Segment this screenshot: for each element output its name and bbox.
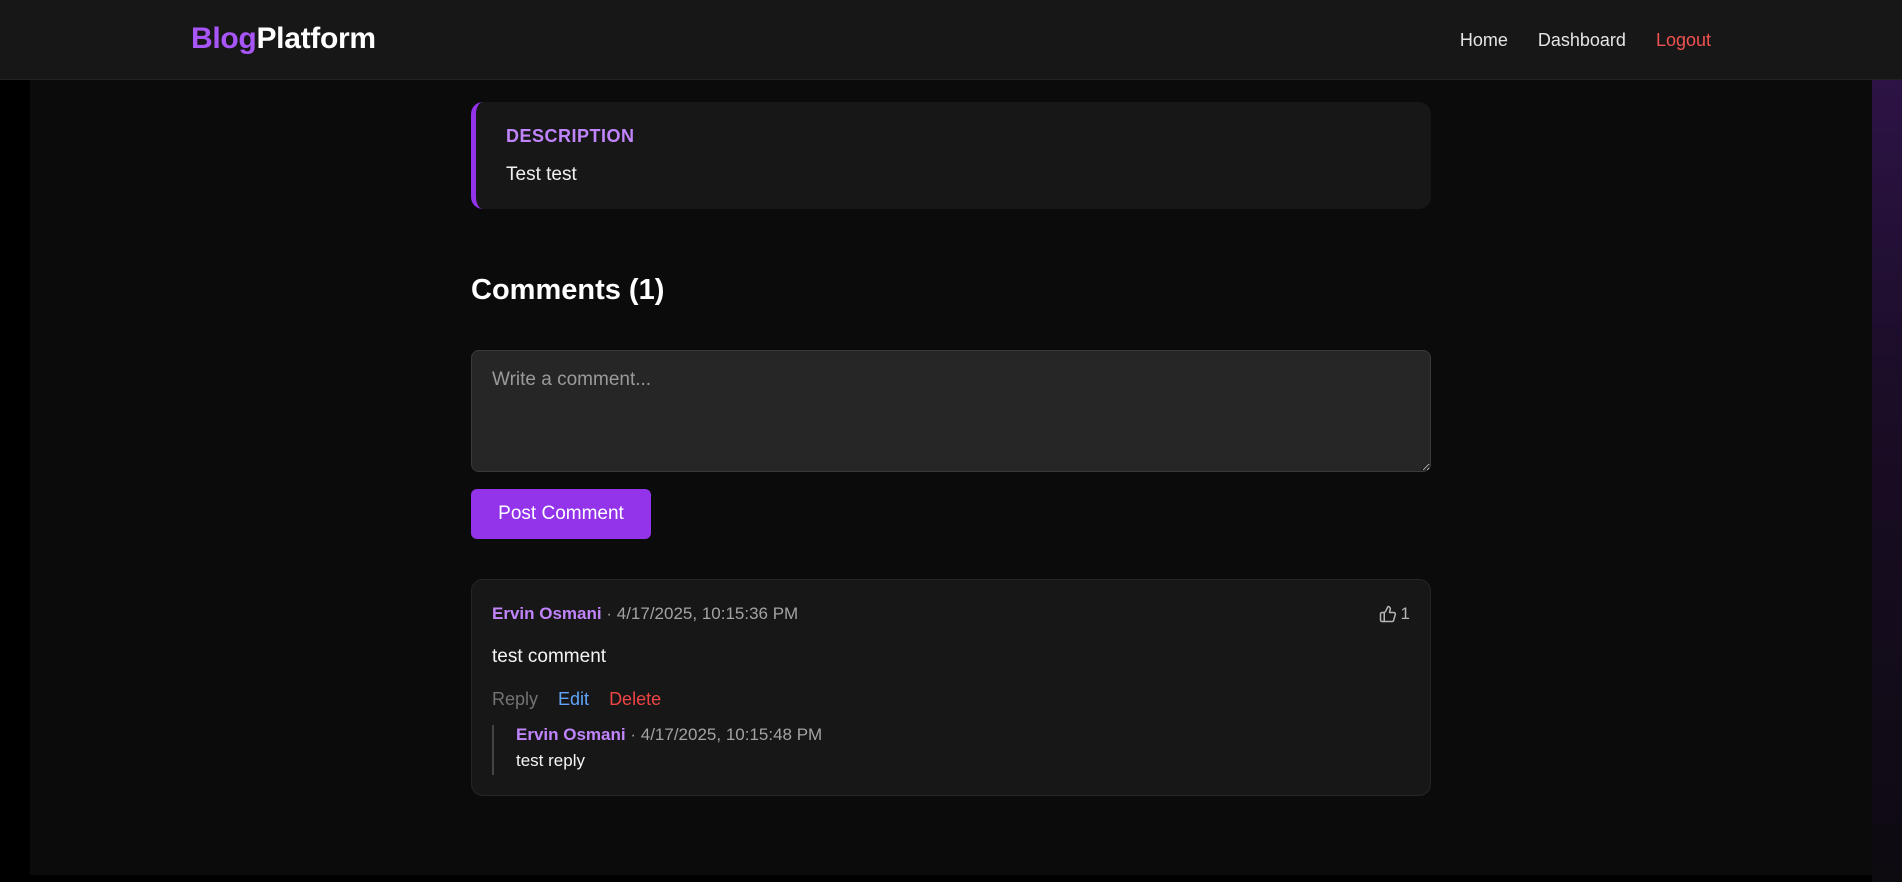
page: BlogPlatform Home Dashboard Logout DESCR… [0, 0, 1902, 882]
nav-logout-link[interactable]: Logout [1656, 30, 1711, 51]
brand-platform: Platform [256, 22, 376, 55]
like-count: 1 [1400, 604, 1410, 623]
nav-home-link[interactable]: Home [1460, 30, 1508, 51]
reply-meta-separator: · [630, 725, 637, 744]
description-text: Test test [506, 164, 577, 185]
reply-button[interactable]: Reply [492, 689, 538, 710]
reply-item: Ervin Osmani · 4/17/2025, 10:15:48 PM te… [492, 725, 1392, 775]
reply-timestamp: 4/17/2025, 10:15:48 PM [640, 725, 823, 744]
post-comment-button[interactable]: Post Comment [471, 489, 651, 539]
thumbs-up-icon [1379, 605, 1396, 623]
comment-card: Ervin Osmani · 4/17/2025, 10:15:36 PM 1 … [471, 579, 1431, 796]
comment-actions: Reply Edit Delete [492, 689, 661, 710]
comment-body: test comment [492, 646, 607, 667]
reply-body: test reply [516, 751, 585, 770]
description-card: DESCRIPTION Test test [471, 102, 1431, 209]
comments-heading: Comments (1) [471, 274, 665, 306]
edit-button[interactable]: Edit [558, 689, 589, 710]
like-button[interactable]: 1 [1379, 604, 1410, 624]
comment-input[interactable] [471, 350, 1431, 472]
nav-dashboard-link[interactable]: Dashboard [1538, 30, 1626, 51]
comment-author[interactable]: Ervin Osmani [492, 604, 602, 623]
nav-links: Home Dashboard Logout [1460, 30, 1711, 51]
comment-timestamp: 4/17/2025, 10:15:36 PM [616, 604, 799, 623]
brand-logo[interactable]: BlogPlatform [191, 22, 376, 56]
brand-blog: Blog [191, 22, 257, 55]
navbar: BlogPlatform Home Dashboard Logout [0, 0, 1902, 80]
reply-meta: Ervin Osmani · 4/17/2025, 10:15:48 PM [516, 725, 822, 745]
comment-meta: Ervin Osmani · 4/17/2025, 10:15:36 PM [492, 604, 798, 624]
description-label: DESCRIPTION [506, 126, 635, 146]
right-edge-gradient [1872, 80, 1902, 882]
delete-button[interactable]: Delete [609, 689, 661, 710]
meta-separator: · [606, 604, 613, 623]
reply-author[interactable]: Ervin Osmani [516, 725, 626, 744]
